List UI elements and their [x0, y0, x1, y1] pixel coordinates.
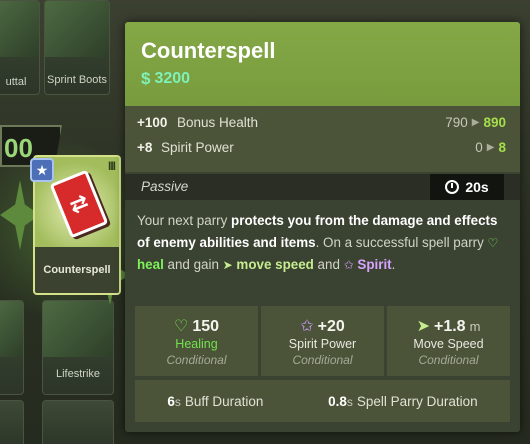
move-speed-icon: ➤ [222, 258, 233, 272]
stat-label: Spirit Power [161, 140, 234, 155]
cooldown-value: 20s [465, 179, 489, 195]
passive-bar: Passive 20s [125, 174, 520, 200]
conditional-sub: Conditional [166, 353, 227, 367]
passive-label: Passive [141, 179, 189, 194]
spirit-icon: ✩ [300, 318, 314, 335]
item-cost: $ 3200 [141, 69, 190, 89]
heal-icon: ♡ [173, 318, 189, 335]
conditional-name: Spirit Power [288, 337, 357, 351]
tooltip-header: Counterspell $ 3200 [125, 22, 520, 106]
cost-value: 3200 [154, 70, 191, 87]
conditional-sub: Conditional [418, 353, 479, 367]
stats-panel: +100 Bonus Health 790 ▶ 890 +8 Spirit Po… [125, 106, 520, 172]
arrow-right-icon: ▶ [486, 142, 495, 153]
reverse-card-icon [49, 169, 109, 239]
passive-description: Your next parry protects you from the da… [137, 210, 510, 276]
arrow-right-icon: ▶ [471, 117, 480, 128]
item-art [0, 301, 23, 357]
desc-heal: heal [137, 257, 164, 272]
conditional-sub: Conditional [292, 353, 353, 367]
desc-text: and gain [163, 257, 223, 272]
value: +20 [317, 318, 345, 335]
shop-item-card[interactable] [42, 400, 114, 444]
conditional-stats: ♡ 150 Healing Conditional ✩ +20 Spirit P… [135, 306, 510, 376]
conditional-name: Healing [175, 337, 218, 351]
conditional-value: ➤ +1.8 m [387, 316, 510, 336]
item-name: Counterspell [35, 247, 119, 293]
desc-text: Your next parry [137, 213, 232, 228]
suffix: s [346, 394, 353, 409]
label: Spell Parry Duration [356, 393, 478, 409]
souls-icon: $ [141, 69, 151, 88]
value: 0.8 [328, 393, 347, 409]
spell-parry-duration: 0.8s Spell Parry Duration [328, 394, 478, 409]
stat-old: 0 [475, 140, 483, 155]
move-speed-icon: ➤ [416, 318, 430, 335]
tier-badge: III [107, 159, 116, 173]
shop-item-card[interactable]: Lifestrike [42, 300, 114, 395]
value: 150 [192, 318, 220, 335]
buff-duration: 6s Buff Duration [167, 394, 263, 409]
stat-value: +100 [137, 115, 168, 130]
suffix: s [174, 394, 181, 409]
desc-move: move speed [236, 257, 314, 272]
shop-item-card[interactable]: uttal [0, 0, 40, 95]
spirit-icon: ✩ [343, 258, 354, 272]
shop-item-card[interactable] [0, 300, 24, 395]
item-title: Counterspell [141, 38, 276, 63]
stat-row: +8 Spirit Power 0 ▶ 8 [125, 140, 520, 165]
heal-icon: ♡ [487, 236, 499, 250]
stat-value: +8 [137, 140, 153, 155]
shop-item-label: uttal [5, 76, 27, 88]
desc-spirit: Spirit [357, 257, 392, 272]
desc-text: . On a successful spell parry [315, 235, 488, 250]
item-art [0, 1, 39, 57]
item-art [43, 301, 113, 357]
unit: m [469, 319, 481, 334]
cooldown-badge: 20s [430, 174, 504, 200]
stat-new: 8 [498, 140, 506, 155]
star-icon: ★ [30, 158, 54, 182]
shop-item-label: Sprint Boots [47, 74, 107, 86]
shop-item-label: Lifestrike [55, 368, 101, 380]
shop-item-card[interactable]: Sprint Boots [44, 0, 110, 95]
conditional-value: ♡ 150 [135, 316, 258, 336]
conditional-value: ✩ +20 [261, 316, 384, 336]
duration-footer: 6s Buff Duration 0.8s Spell Parry Duration [135, 380, 510, 422]
stat-old: 790 [445, 115, 468, 130]
stat-new: 890 [483, 115, 506, 130]
item-tooltip: Counterspell $ 3200 +100 Bonus Health 79… [125, 22, 520, 432]
label: Buff Duration [184, 393, 264, 409]
stat-label: Bonus Health [177, 115, 259, 130]
stat-row: +100 Bonus Health 790 ▶ 890 [125, 115, 520, 140]
desc-text: and [313, 257, 344, 272]
stat-compare: 790 ▶ 890 [445, 115, 506, 130]
value: 6 [167, 393, 175, 409]
conditional-healing: ♡ 150 Healing Conditional [135, 306, 258, 376]
clock-icon [445, 180, 460, 194]
desc-text: . [391, 257, 396, 272]
conditional-move-speed: ➤ +1.8 m Move Speed Conditional [387, 306, 510, 376]
shop-item-card[interactable] [0, 400, 24, 444]
value: +1.8 [433, 318, 466, 335]
conditional-spirit: ✩ +20 Spirit Power Conditional [261, 306, 384, 376]
banner-number: 00 [4, 133, 33, 163]
conditional-name: Move Speed [413, 337, 484, 351]
item-art [45, 1, 109, 57]
stat-compare: 0 ▶ 8 [475, 140, 506, 155]
